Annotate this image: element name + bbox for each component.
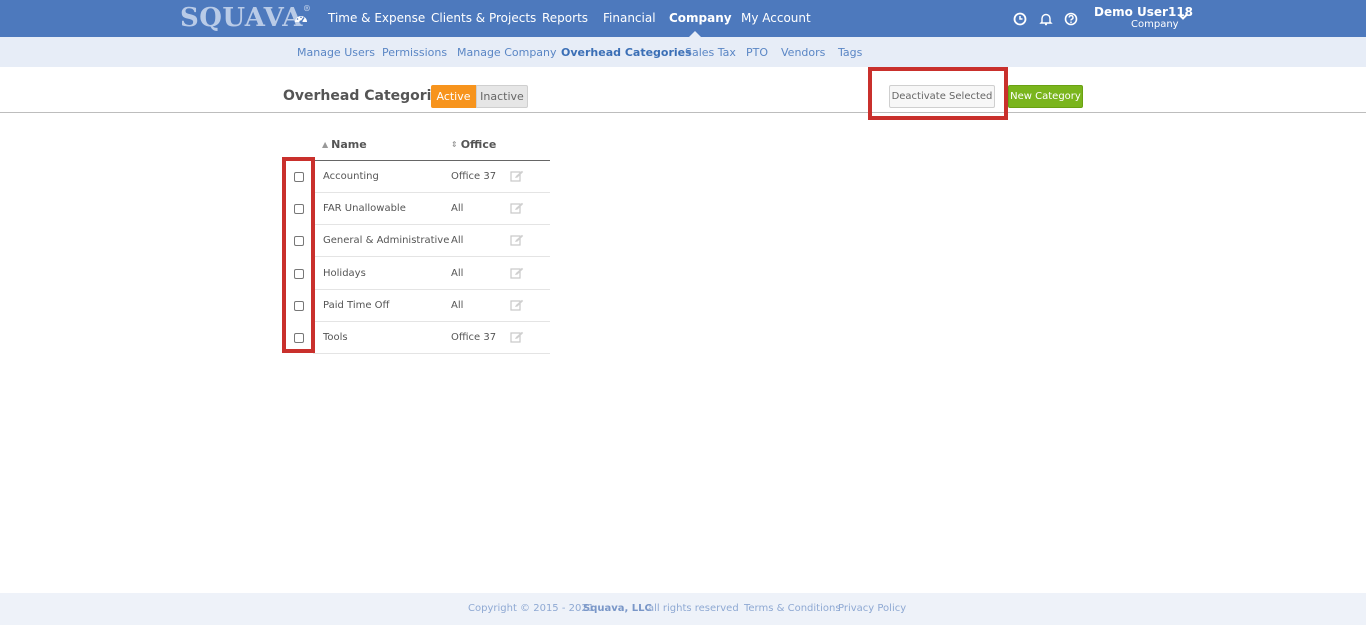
table-row: General & Administrative All: [313, 225, 550, 257]
subnav-vendors[interactable]: Vendors: [781, 46, 825, 59]
user-role: Company: [1131, 19, 1179, 30]
edit-icon[interactable]: [510, 331, 524, 344]
help-icon[interactable]: [1064, 12, 1078, 26]
inactive-filter-button[interactable]: Inactive: [476, 85, 528, 108]
footer-privacy-link[interactable]: Privacy Policy: [838, 603, 906, 614]
active-filter-button[interactable]: Active: [431, 85, 476, 108]
highlight-box-deactivate: [868, 67, 1008, 120]
table-row: Paid Time Off All: [313, 290, 550, 322]
column-header-office[interactable]: ⇕ Office: [451, 138, 496, 151]
category-office: All: [451, 300, 464, 311]
nav-reports[interactable]: Reports: [542, 11, 588, 25]
bell-icon[interactable]: [1039, 12, 1053, 26]
subnav-sales-tax[interactable]: Sales Tax: [685, 46, 736, 59]
category-office: Office 37: [451, 332, 497, 343]
chevron-down-icon[interactable]: [1178, 12, 1188, 22]
top-navbar: SQUAVA® Time & Expense Clients & Project…: [0, 0, 1366, 37]
sub-navbar: Manage Users Permissions Manage Company …: [0, 37, 1366, 67]
header-divider: [0, 112, 1366, 113]
footer: Copyright © 2015 - 2021 Squava, LLC all …: [0, 593, 1366, 625]
subnav-pto[interactable]: PTO: [746, 46, 768, 59]
nav-financial[interactable]: Financial: [603, 11, 656, 25]
footer-rights: all rights reserved: [648, 603, 739, 614]
footer-copyright: Copyright © 2015 - 2021: [468, 603, 595, 614]
sort-both-icon: ⇕: [451, 140, 458, 149]
clock-icon[interactable]: [1013, 12, 1027, 26]
nav-company[interactable]: Company: [669, 11, 732, 25]
category-name: FAR Unallowable: [323, 203, 406, 214]
category-name: Holidays: [323, 268, 366, 279]
footer-terms-link[interactable]: Terms & Conditions: [744, 603, 841, 614]
new-category-button[interactable]: New Category: [1008, 85, 1083, 108]
category-office: All: [451, 268, 464, 279]
edit-icon[interactable]: [510, 234, 524, 247]
category-name: General & Administrative: [323, 235, 450, 246]
column-header-name[interactable]: ▲ Name: [322, 138, 367, 151]
sort-asc-icon: ▲: [322, 140, 329, 149]
subnav-overhead-categories[interactable]: Overhead Categories: [561, 46, 692, 59]
subnav-permissions[interactable]: Permissions: [382, 46, 447, 59]
nav-my-account[interactable]: My Account: [741, 11, 811, 25]
edit-icon[interactable]: [510, 267, 524, 280]
subnav-tags[interactable]: Tags: [838, 46, 862, 59]
edit-icon[interactable]: [510, 170, 524, 183]
category-name: Accounting: [323, 171, 379, 182]
squava-logo[interactable]: SQUAVA®: [180, 3, 311, 33]
dashboard-icon[interactable]: [293, 11, 309, 27]
footer-company-link[interactable]: Squava, LLC: [583, 603, 652, 614]
nav-clients-projects[interactable]: Clients & Projects: [431, 11, 536, 25]
category-name: Tools: [323, 332, 348, 343]
highlight-box-checkboxes: [282, 157, 315, 353]
edit-icon[interactable]: [510, 299, 524, 312]
category-office: All: [451, 203, 464, 214]
nav-time-expense[interactable]: Time & Expense: [328, 11, 425, 25]
subnav-manage-company[interactable]: Manage Company: [457, 46, 557, 59]
table-row: Accounting Office 37: [313, 161, 550, 193]
subnav-manage-users[interactable]: Manage Users: [297, 46, 375, 59]
category-office: All: [451, 235, 464, 246]
table-row: FAR Unallowable All: [313, 193, 550, 225]
table-row: Tools Office 37: [313, 322, 550, 354]
page-title: Overhead Categories: [283, 88, 450, 104]
category-name: Paid Time Off: [323, 300, 390, 311]
category-office: Office 37: [451, 171, 497, 182]
table-row: Holidays All: [313, 258, 550, 290]
edit-icon[interactable]: [510, 202, 524, 215]
